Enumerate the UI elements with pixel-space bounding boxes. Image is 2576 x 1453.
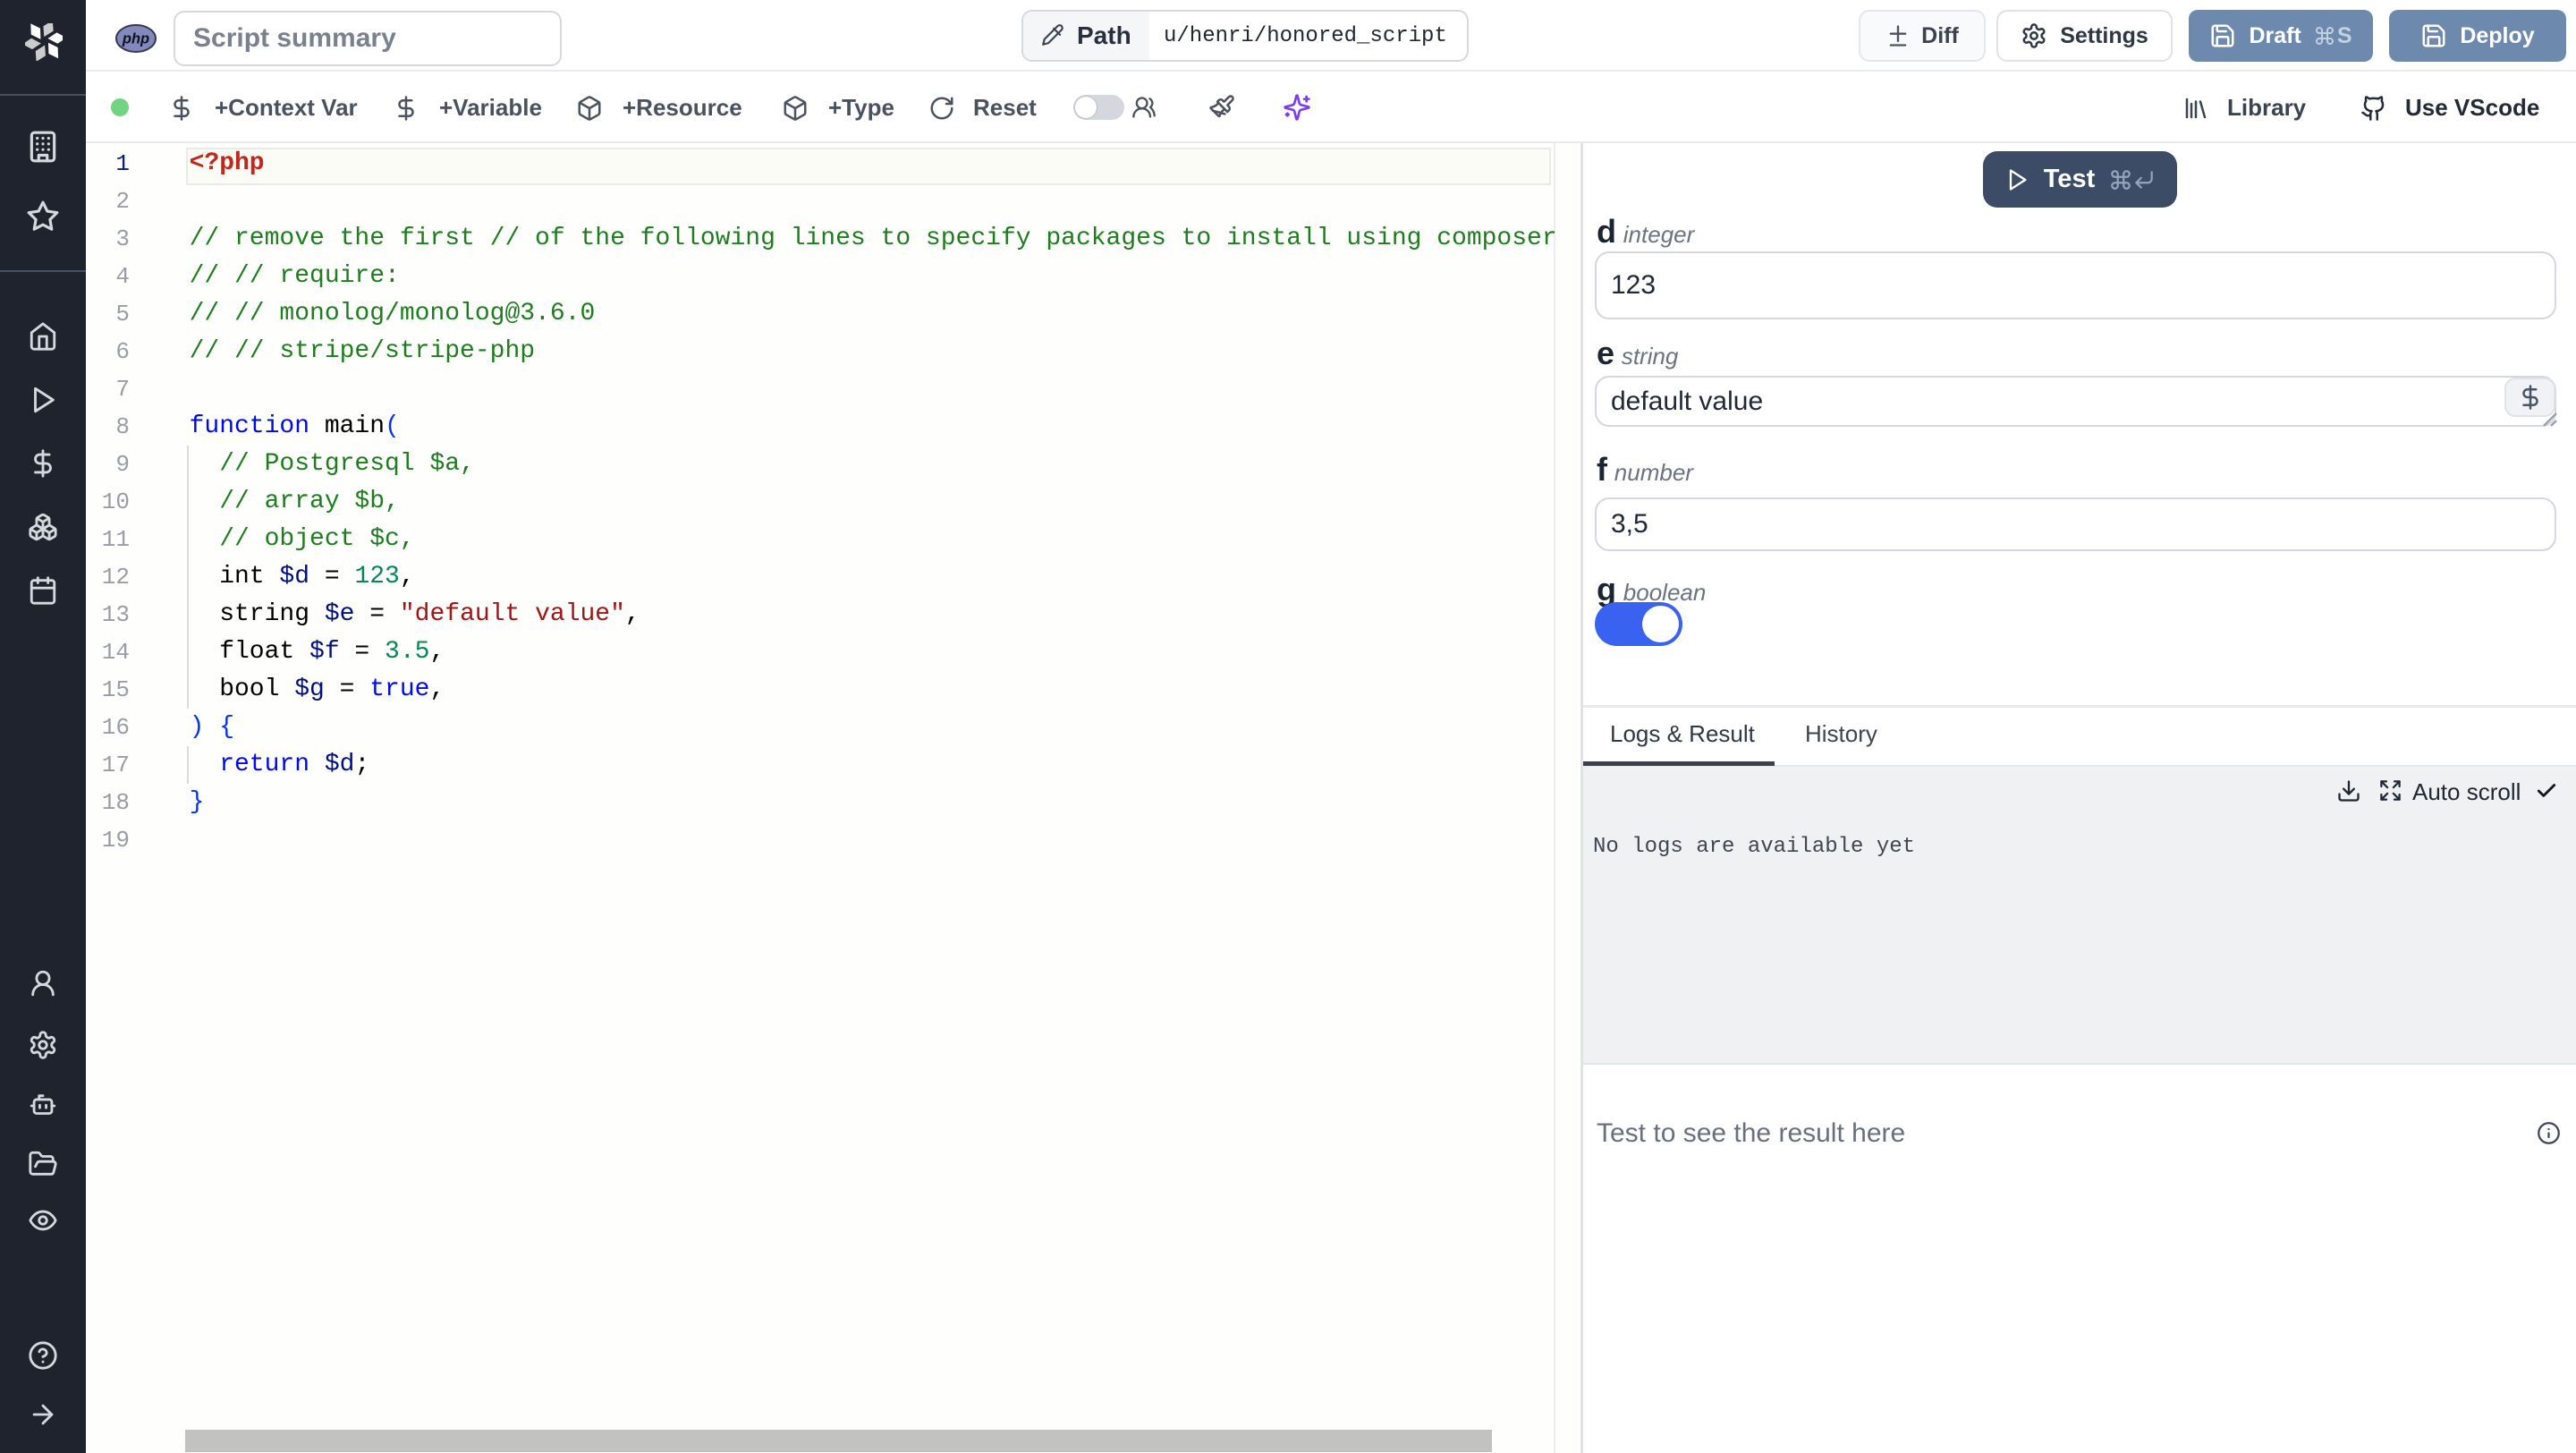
svg-text:php: php [122, 31, 149, 47]
